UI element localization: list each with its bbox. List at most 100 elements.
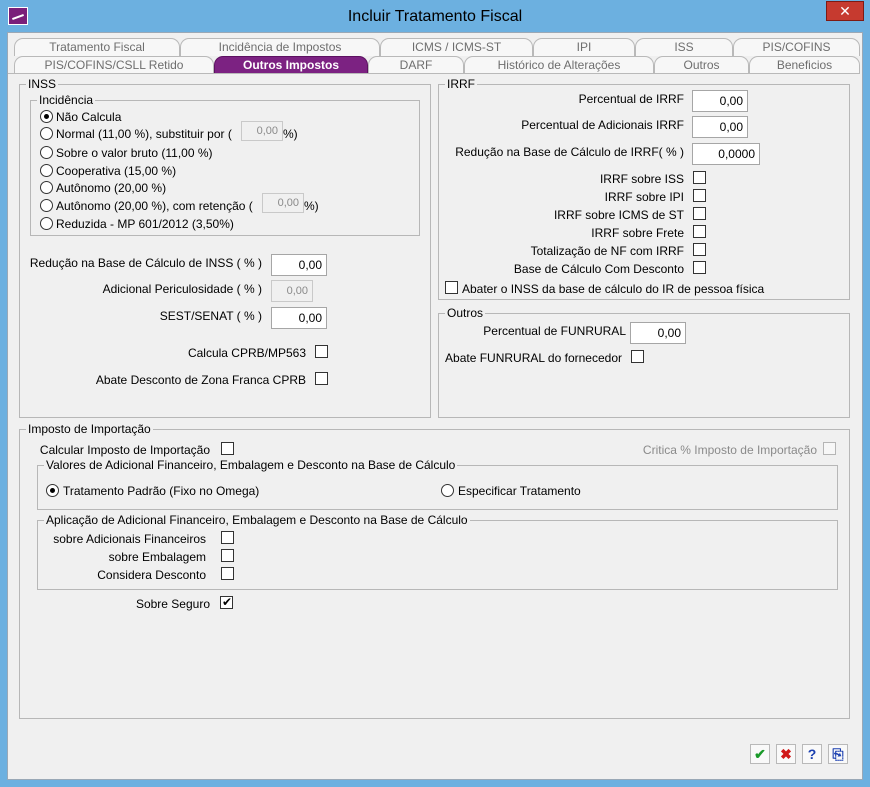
tab-darf[interactable]: DARF [368, 56, 464, 74]
label-autonomo-retencao-suffix: %) [304, 199, 319, 213]
cancel-button[interactable]: ✖ [776, 744, 796, 764]
normal-substituir-input[interactable]: 0,00 [241, 121, 283, 141]
label-abater-inss: Abater o INSS da base de cálculo do IR d… [462, 282, 765, 296]
tab-outros[interactable]: Outros [654, 56, 749, 74]
radio-autonomo[interactable] [40, 181, 53, 194]
irrf-sobre-ipi-checkbox[interactable] [693, 189, 706, 202]
label-calcular-importacao: Calcular Imposto de Importação [39, 443, 210, 457]
label-sobre-seguro: Sobre Seguro [135, 597, 210, 611]
inss-group-title: INSS [26, 77, 59, 91]
label-irrf-sobre-icms-st: IRRF sobre ICMS de ST [553, 208, 684, 222]
aplicacao-adicional-title: Aplicação de Adicional Financeiro, Embal… [44, 513, 470, 527]
label-sest-senat: SEST/SENAT ( % ) [159, 309, 262, 323]
radio-nao-calcula[interactable] [40, 110, 53, 123]
radio-reduzida[interactable] [40, 217, 53, 230]
label-reducao-irrf: Redução na Base de Cálculo de IRRF( % ) [455, 145, 684, 159]
exit-door-icon: ⎘ [832, 746, 844, 762]
tab-pis-cofins-csll-retido[interactable]: PIS/COFINS/CSLL Retido [14, 56, 214, 74]
zona-franca-checkbox[interactable] [315, 372, 328, 385]
check-mark-icon: ✔ [221, 595, 233, 609]
incidencia-group-title: Incidência [37, 93, 96, 107]
critica-importacao-checkbox[interactable] [823, 442, 836, 455]
label-reducao-inss: Redução na Base de Cálculo de INSS ( % ) [29, 256, 262, 270]
label-critica-importacao: Critica % Imposto de Importação [642, 443, 817, 457]
label-reduzida: Reduzida - MP 601/2012 (3,50%) [56, 217, 234, 231]
checkmark-icon: ✔ [754, 746, 766, 762]
label-sobre-bruto: Sobre o valor bruto (11,00 %) [56, 146, 213, 160]
tab-strip-divider [8, 73, 860, 74]
radio-sobre-bruto[interactable] [40, 146, 53, 159]
ok-button[interactable]: ✔ [750, 744, 770, 764]
irrf-sobre-icms-st-checkbox[interactable] [693, 207, 706, 220]
label-cooperativa: Cooperativa (15,00 %) [56, 164, 177, 178]
base-calculo-desconto-checkbox[interactable] [693, 261, 706, 274]
reducao-inss-input[interactable]: 0,00 [271, 254, 327, 276]
close-button[interactable]: ✕ [826, 1, 864, 21]
sest-senat-input[interactable]: 0,00 [271, 307, 327, 329]
tab-tratamento-fiscal[interactable]: Tratamento Fiscal [14, 38, 180, 56]
radio-cooperativa[interactable] [40, 164, 53, 177]
irrf-sobre-frete-checkbox[interactable] [693, 225, 706, 238]
label-abate-funrural: Abate FUNRURAL do fornecedor [445, 351, 622, 365]
calcular-importacao-checkbox[interactable] [221, 442, 234, 455]
tab-iss[interactable]: ISS [635, 38, 733, 56]
label-irrf-sobre-iss: IRRF sobre ISS [599, 172, 684, 186]
help-button[interactable]: ? [802, 744, 822, 764]
sobre-seguro-checkbox[interactable]: ✔ [220, 595, 233, 609]
x-icon: ✖ [780, 746, 792, 762]
question-icon: ? [807, 746, 817, 762]
radio-tratamento-padrao[interactable] [46, 484, 59, 497]
calcula-cprb-checkbox[interactable] [315, 345, 328, 358]
radio-especificar-tratamento[interactable] [441, 484, 454, 497]
tab-historico[interactable]: Histórico de Alterações [464, 56, 654, 74]
label-nao-calcula: Não Calcula [56, 110, 122, 124]
label-irrf-sobre-frete: IRRF sobre Frete [591, 226, 684, 240]
label-adicionais-irrf: Percentual de Adicionais IRRF [521, 118, 684, 132]
percentual-irrf-input[interactable]: 0,00 [692, 90, 748, 112]
label-zona-franca: Abate Desconto de Zona Franca CPRB [95, 373, 306, 387]
tab-incidencia-impostos[interactable]: Incidência de Impostos [180, 38, 380, 56]
tab-ipi[interactable]: IPI [533, 38, 635, 56]
label-embalagem: sobre Embalagem [108, 550, 206, 564]
totalizacao-nf-checkbox[interactable] [693, 243, 706, 256]
label-irrf-sobre-ipi: IRRF sobre IPI [604, 190, 684, 204]
tab-icms-st[interactable]: ICMS / ICMS-ST [380, 38, 533, 56]
tab-pis-cofins[interactable]: PIS/COFINS [733, 38, 860, 56]
label-autonomo-retencao: Autônomo (20,00 %), com retenção ( [56, 199, 253, 213]
label-adicional-periculosidade: Adicional Periculosidade ( % ) [102, 282, 262, 296]
title-bar: Incluir Tratamento Fiscal ✕ [0, 0, 870, 34]
funrural-input[interactable]: 0,00 [630, 322, 686, 344]
label-especificar-tratamento: Especificar Tratamento [458, 484, 581, 498]
label-calcula-cprb: Calcula CPRB/MP563 [187, 346, 306, 360]
label-normal: Normal (11,00 %), substituir por ( [56, 127, 232, 141]
considera-desconto-checkbox[interactable] [221, 567, 234, 580]
outros-group-title: Outros [445, 306, 486, 320]
label-autonomo: Autônomo (20,00 %) [56, 181, 167, 195]
label-adicionais-financeiros: sobre Adicionais Financeiros [53, 532, 206, 546]
tab-beneficios[interactable]: Beneficios [749, 56, 860, 74]
reducao-irrf-input[interactable]: 0,0000 [692, 143, 760, 165]
label-normal-suffix: %) [283, 127, 298, 141]
abater-inss-checkbox[interactable] [445, 281, 458, 294]
embalagem-checkbox[interactable] [221, 549, 234, 562]
tab-outros-impostos[interactable]: Outros Impostos [214, 56, 368, 74]
label-percentual-irrf: Percentual de IRRF [578, 92, 684, 106]
adicional-periculosidade-input[interactable]: 0,00 [271, 280, 313, 302]
label-tratamento-padrao: Tratamento Padrão (Fixo no Omega) [63, 484, 260, 498]
exit-button[interactable]: ⎘ [828, 744, 848, 764]
adicionais-financeiros-checkbox[interactable] [221, 531, 234, 544]
label-totalizacao-nf: Totalização de NF com IRRF [530, 244, 684, 258]
window: Incluir Tratamento Fiscal ✕ Tratamento F… [0, 0, 870, 787]
irrf-sobre-iss-checkbox[interactable] [693, 171, 706, 184]
abate-funrural-checkbox[interactable] [631, 350, 644, 363]
radio-normal[interactable] [40, 127, 53, 140]
adicionais-irrf-input[interactable]: 0,00 [692, 116, 748, 138]
radio-autonomo-retencao[interactable] [40, 199, 53, 212]
valores-adicional-title: Valores de Adicional Financeiro, Embalag… [44, 458, 458, 472]
window-title: Incluir Tratamento Fiscal [347, 8, 523, 25]
label-base-calculo-desconto: Base de Cálculo Com Desconto [513, 262, 684, 276]
label-considera-desconto: Considera Desconto [97, 568, 206, 582]
importacao-group-title: Imposto de Importação [26, 422, 153, 436]
irrf-group-title: IRRF [445, 77, 477, 91]
autonomo-retencao-input[interactable]: 0,00 [262, 193, 304, 213]
